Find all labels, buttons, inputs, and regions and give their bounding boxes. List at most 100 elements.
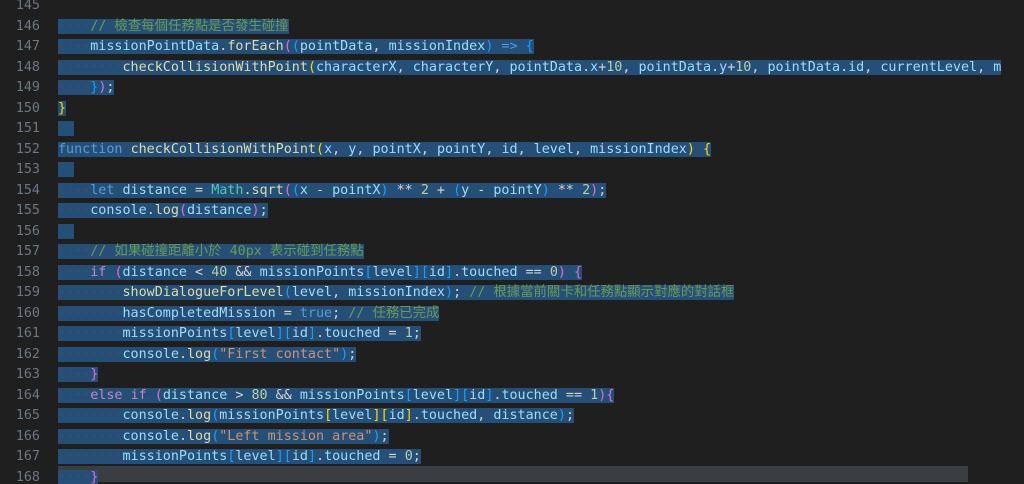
code-token: ,: [485, 141, 502, 157]
code-token: .: [582, 59, 591, 75]
line-number: 148: [15, 59, 40, 75]
code-editor[interactable]: 145 146 ····// 檢查每個任務點是否發生碰撞 147 ····mission…: [0, 0, 1024, 484]
code-token: ): [372, 428, 381, 444]
code-token: ········: [58, 346, 123, 362]
code-token: ;: [332, 305, 349, 321]
code-token: pointY: [493, 182, 542, 198]
code-token: ,: [493, 59, 510, 75]
code-token: pointData: [767, 59, 841, 75]
code-token: ····: [58, 80, 91, 95]
code-line[interactable]: 158 ····if (distance < 40 && missionPoint…: [0, 263, 1024, 284]
code-line[interactable]: 148 ········checkCollisionWithPoint(chara…: [0, 58, 1024, 79]
selection-filler: [58, 121, 75, 136]
code-token: ): [541, 182, 550, 198]
code-line[interactable]: 145: [0, 0, 1024, 17]
code-line[interactable]: 164 ····else if (distance > 80 && mission…: [0, 386, 1024, 407]
code-line[interactable]: 152 function checkCollisionWithPoint(x, y…: [0, 140, 1024, 161]
code-token: [565, 264, 574, 280]
code-token: "First contact": [219, 346, 341, 362]
code-token: level: [235, 449, 276, 464]
code-line[interactable]: 149 ····});: [0, 78, 1024, 99]
code-line[interactable]: 156: [0, 222, 1024, 243]
line-number: 158: [15, 264, 40, 280]
code-token: (: [307, 59, 316, 75]
code-token: id: [501, 141, 518, 157]
code-token: distance: [493, 408, 558, 423]
code-token: &&: [267, 387, 300, 403]
code-line[interactable]: 163 ····}: [0, 365, 1024, 386]
code-token: pointData: [638, 59, 712, 75]
code-token: // 如果碰撞距離小於 40px 表示碰到任務點: [90, 244, 364, 259]
line-code: [58, 119, 75, 140]
code-token: ····: [58, 39, 91, 54]
code-token: ,: [372, 39, 389, 54]
code-token: (: [283, 182, 292, 198]
code-token: ]: [275, 449, 284, 464]
code-token: .: [412, 408, 421, 423]
code-token: console: [122, 428, 179, 444]
code-token: distance: [122, 182, 187, 198]
code-token: ]: [372, 408, 381, 423]
code-line[interactable]: 154 ····let distance = Math.sqrt((x - poi…: [0, 181, 1024, 202]
line-number: 161: [15, 326, 40, 341]
code-token: {: [574, 264, 583, 280]
code-token: (: [178, 203, 187, 218]
code-token: ;: [259, 203, 268, 218]
code-line[interactable]: 167 ········missionPoints[level][id].touc…: [0, 447, 1024, 468]
line-number: 146: [15, 18, 40, 34]
code-token: ····: [58, 18, 91, 34]
code-line[interactable]: 153: [0, 160, 1024, 181]
code-token: =>: [501, 39, 518, 54]
code-token: // 根據當前關卡和任務點顯示對應的對話框: [469, 285, 735, 300]
line-number: 160: [15, 305, 40, 321]
code-token: level: [291, 285, 333, 300]
line-number: 156: [15, 223, 40, 239]
code-token: ]: [307, 449, 316, 464]
code-token: ;: [598, 182, 607, 198]
line-number: 165: [15, 408, 40, 423]
code-token: ==: [557, 387, 591, 403]
code-token: touched: [420, 408, 478, 423]
code-token: // 檢查每個任務點是否發生碰撞: [90, 18, 289, 34]
code-token: &&: [227, 264, 260, 280]
line-number: 164: [15, 387, 40, 403]
code-line[interactable]: 162 ········console.log("First contact");: [0, 345, 1024, 366]
code-line[interactable]: 150}: [0, 99, 1024, 120]
line-number: 157: [15, 244, 40, 259]
code-token: ;: [565, 408, 574, 423]
code-line[interactable]: 147 ····missionPointData.forEach((pointDa…: [0, 37, 1024, 58]
code-token: (: [154, 387, 163, 403]
code-token: ): [686, 141, 695, 157]
code-token: id: [469, 387, 486, 403]
code-token: ]: [404, 408, 413, 423]
code-token: missionPoints: [299, 387, 405, 403]
code-token: y: [719, 59, 728, 75]
code-token: id: [388, 408, 405, 423]
code-line[interactable]: 155 ····console.log(distance);: [0, 201, 1024, 222]
code-token: }: [58, 100, 67, 116]
code-line[interactable]: 165 ········console.log(missionPoints[lev…: [0, 406, 1024, 427]
code-token: console: [122, 346, 179, 362]
code-line[interactable]: 151: [0, 119, 1024, 140]
code-token: ····: [58, 182, 91, 198]
code-token: level: [332, 408, 373, 423]
code-line[interactable]: 146 ····// 檢查每個任務點是否發生碰撞: [0, 17, 1024, 38]
code-token: ····: [58, 264, 91, 280]
code-token: ): [557, 408, 566, 423]
code-token: -: [469, 182, 494, 198]
code-token: +: [428, 182, 454, 198]
code-token: function: [58, 141, 123, 157]
code-line[interactable]: 160 ········hasCompletedMission = true; /…: [0, 304, 1024, 325]
code-line[interactable]: 168 ····}: [0, 468, 1024, 484]
code-line[interactable]: 159 ········showDialogueForLevel(level, m…: [0, 283, 1024, 304]
line-number: 166: [15, 428, 40, 444]
code-token: missionIndex: [590, 141, 687, 157]
line-number: 155: [15, 203, 40, 218]
code-token: [517, 39, 526, 54]
code-token: id: [428, 264, 445, 280]
code-line[interactable]: 157 ····// 如果碰撞距離小於 40px 表示碰到任務點: [0, 242, 1024, 263]
code-token: ····: [58, 469, 91, 484]
code-line[interactable]: 166 ········console.log("Left mission are…: [0, 427, 1024, 448]
code-line[interactable]: 161 ········missionPoints[level][id].touc…: [0, 324, 1024, 345]
code-token: (: [291, 182, 300, 198]
